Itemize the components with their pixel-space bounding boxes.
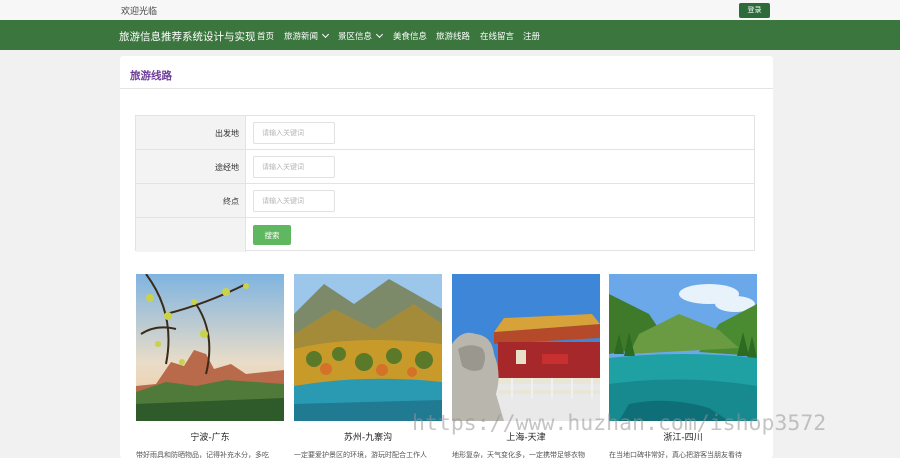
route-description: 一定要爱护景区的环境，游玩时配合工作人 xyxy=(294,451,427,458)
route-image-autumn-lake[interactable] xyxy=(294,274,442,421)
top-bar: 欢迎光临 登录 xyxy=(0,0,900,20)
nav-item-travel-routes[interactable]: 旅游线路 xyxy=(436,30,470,42)
route-description: 带好雨具和防晒物品，记得补充水分，多吃 xyxy=(136,451,269,458)
route-card[interactable]: 上海-天津 地形复杂，天气变化多，一定携带足够衣物 xyxy=(452,274,600,458)
search-row-submit: 搜索 xyxy=(136,218,754,252)
route-description: 地形复杂，天气变化多，一定携带足够衣物 xyxy=(452,451,585,458)
nav-item-label: 注册 xyxy=(523,32,541,42)
field-label-cell: 出发地 xyxy=(136,116,246,149)
route-title[interactable]: 宁波-广东 xyxy=(136,430,284,443)
nav-item-register[interactable]: 注册 xyxy=(523,30,540,42)
route-title[interactable]: 上海-天津 xyxy=(452,430,600,443)
search-row-destination: 终点 xyxy=(136,184,754,218)
nav-item-scenic-info[interactable]: 景区信息 xyxy=(338,30,384,42)
route-image-city-gate[interactable] xyxy=(452,274,600,421)
nav-item-label: 景区信息 xyxy=(338,32,373,42)
field-label-cell: 终点 xyxy=(136,184,246,217)
search-form: 出发地 途经地 终点 搜索 xyxy=(135,115,755,252)
route-card[interactable]: 苏州-九寨沟 一定要爱护景区的环境，游玩时配合工作人 xyxy=(294,274,442,458)
route-description: 在当地口碑非常好，真心把游客当朋友看待 xyxy=(609,451,742,458)
site-brand[interactable]: 旅游信息推荐系统设计与实现 xyxy=(119,29,256,44)
main-navbar: 旅游信息推荐系统设计与实现 首页 旅游新闻 景区信息 美食信息 旅游线路 在线留… xyxy=(0,20,900,50)
search-button[interactable]: 搜索 xyxy=(253,225,291,245)
field-label-cell xyxy=(136,218,246,252)
search-row-departure: 出发地 xyxy=(136,116,754,150)
login-button[interactable]: 登录 xyxy=(739,3,770,18)
route-card[interactable]: 宁波-广东 带好雨具和防晒物品，记得补充水分，多吃 xyxy=(136,274,284,458)
route-title[interactable]: 苏州-九寨沟 xyxy=(294,430,442,443)
destination-input[interactable] xyxy=(253,190,335,212)
departure-input[interactable] xyxy=(253,122,335,144)
destination-label: 终点 xyxy=(223,197,239,206)
chevron-down-icon xyxy=(321,30,330,39)
nav-item-label: 美食信息 xyxy=(393,32,428,42)
chevron-down-icon xyxy=(375,30,384,39)
via-label: 途经地 xyxy=(215,163,239,172)
nav-item-online-message[interactable]: 在线留言 xyxy=(480,30,514,42)
route-card[interactable]: 浙江-四川 在当地口碑非常好，真心把游客当朋友看待 xyxy=(609,274,757,458)
nav-item-label: 旅游线路 xyxy=(436,32,471,42)
route-title[interactable]: 浙江-四川 xyxy=(609,430,757,443)
welcome-text: 欢迎光临 xyxy=(121,7,158,17)
field-label-cell: 途经地 xyxy=(136,150,246,183)
nav-item-label: 旅游新闻 xyxy=(284,32,319,42)
route-image-green-valley[interactable] xyxy=(609,274,757,421)
panel-header: 旅游线路 xyxy=(120,56,773,89)
nav-item-home[interactable]: 首页 xyxy=(257,30,274,42)
nav-item-label: 首页 xyxy=(257,32,275,42)
nav-item-travel-news[interactable]: 旅游新闻 xyxy=(284,30,330,42)
route-image-mountain[interactable] xyxy=(136,274,284,421)
via-input[interactable] xyxy=(253,156,335,178)
nav-item-food-info[interactable]: 美食信息 xyxy=(393,30,427,42)
nav-item-label: 在线留言 xyxy=(480,32,515,42)
departure-label: 出发地 xyxy=(215,129,239,138)
page-title: 旅游线路 xyxy=(130,70,172,82)
search-row-via: 途经地 xyxy=(136,150,754,184)
